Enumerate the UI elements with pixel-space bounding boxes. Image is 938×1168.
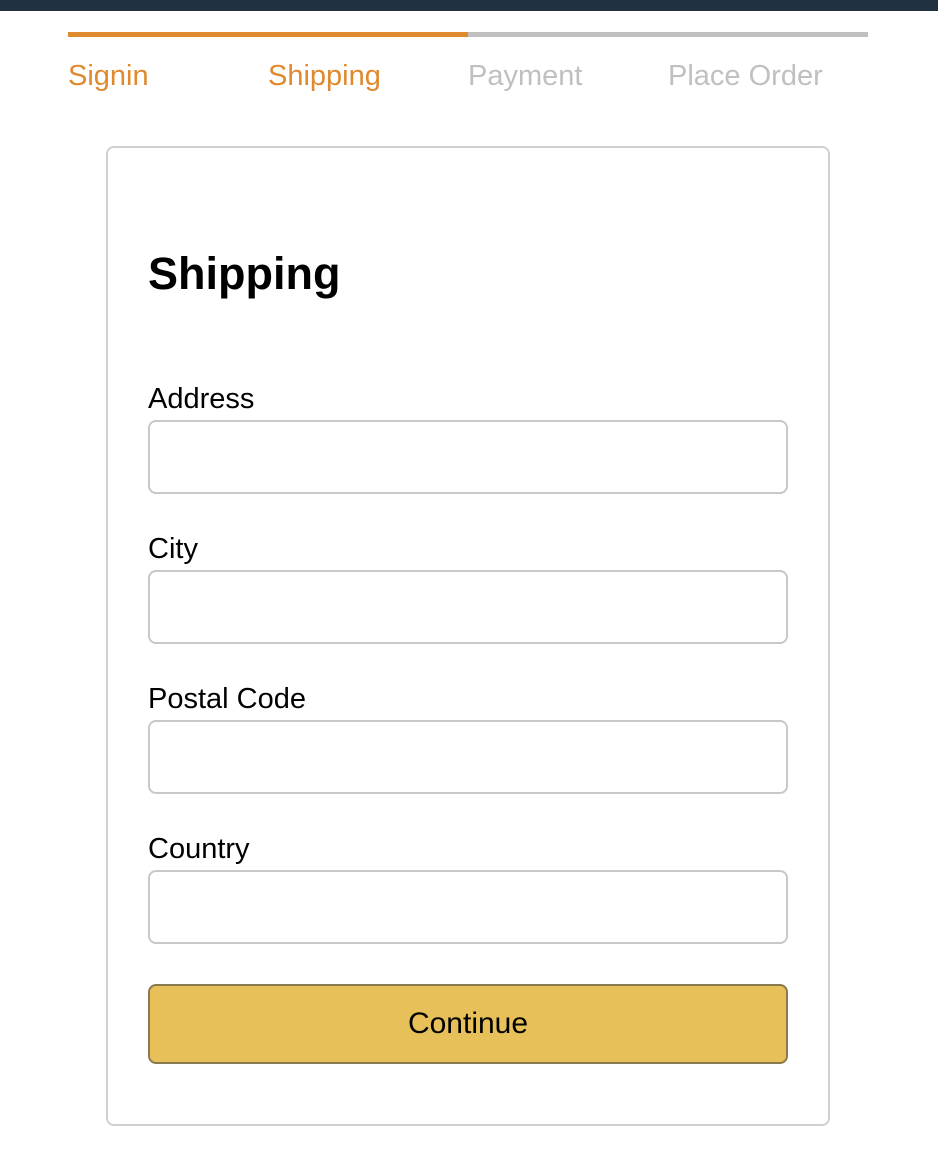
country-input[interactable]: [148, 870, 788, 944]
postal-code-input[interactable]: [148, 720, 788, 794]
city-input[interactable]: [148, 570, 788, 644]
form-title: Shipping: [148, 248, 341, 299]
step-shipping: Shipping: [268, 32, 468, 93]
step-place-order: Place Order: [668, 32, 868, 93]
top-nav-bar: [0, 0, 938, 11]
address-input[interactable]: [148, 420, 788, 494]
checkout-steps: Signin Shipping Payment Place Order: [68, 32, 868, 93]
address-label: Address: [148, 383, 255, 415]
city-label: City: [148, 533, 198, 565]
continue-button[interactable]: Continue: [148, 984, 788, 1064]
step-signin: Signin: [68, 32, 268, 93]
shipping-form: Shipping Address City Postal Code Countr…: [106, 146, 830, 1126]
step-payment: Payment: [468, 32, 668, 93]
postal-code-label: Postal Code: [148, 683, 306, 715]
country-label: Country: [148, 833, 250, 865]
